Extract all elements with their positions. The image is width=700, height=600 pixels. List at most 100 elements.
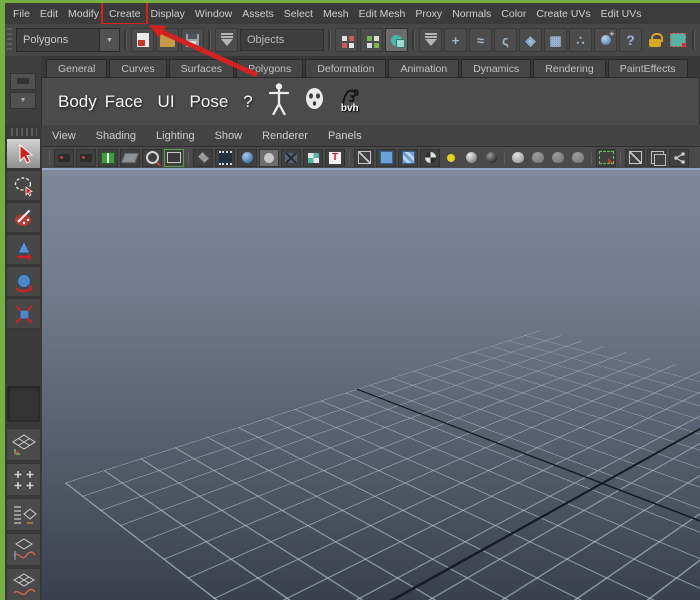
save-scene-button[interactable] (181, 28, 204, 52)
layout-persp-graph-button[interactable] (6, 533, 41, 566)
text-display-button[interactable]: T (325, 149, 345, 167)
isolate-select-button[interactable] (596, 149, 616, 167)
bookmarks-button[interactable] (98, 149, 118, 167)
shelf-tab-animation[interactable]: Animation (388, 59, 459, 77)
status-line-drag-handle[interactable] (7, 28, 12, 52)
film-strip-button[interactable] (215, 149, 235, 167)
group-separator[interactable] (690, 28, 697, 52)
shelf-tab-toggle-button[interactable] (10, 73, 36, 90)
ambient-occlusion-button[interactable] (529, 150, 547, 166)
menu-normals[interactable]: Normals (447, 8, 496, 20)
shelf-tab-dynamics[interactable]: Dynamics (461, 59, 531, 77)
chevron-down-icon[interactable]: ▼ (99, 29, 119, 51)
snap-particles-button[interactable]: ∴ (569, 28, 592, 52)
shelf-button-help[interactable]: ? (243, 92, 252, 112)
group-separator[interactable] (410, 28, 417, 52)
new-scene-button[interactable] (131, 28, 154, 52)
panel-menu-lighting[interactable]: Lighting (146, 130, 205, 142)
panel-menu-shading[interactable]: Shading (86, 130, 146, 142)
default-lighting-button[interactable] (462, 150, 480, 166)
share-nodes-button[interactable] (669, 149, 689, 167)
layout-four-pane-button[interactable] (6, 463, 41, 496)
highlight-selection-button[interactable] (667, 29, 688, 51)
multisample-button[interactable] (569, 150, 587, 166)
shelf-tab-general[interactable]: General (46, 59, 107, 77)
menu-assets[interactable]: Assets (237, 8, 279, 20)
shadows-button[interactable] (509, 150, 527, 166)
menu-color[interactable]: Color (496, 8, 531, 20)
motion-blur-button[interactable] (549, 150, 567, 166)
menu-display[interactable]: Display (145, 8, 189, 20)
rotate-tool-button[interactable] (6, 266, 41, 297)
snap-to-grid-button[interactable]: + (444, 28, 467, 52)
menu-edit-mesh[interactable]: Edit Mesh (354, 8, 411, 20)
group-separator[interactable] (326, 28, 333, 52)
camera-settings-button[interactable] (76, 149, 96, 167)
move-tool-button[interactable] (6, 234, 41, 265)
menu-create-uvs[interactable]: Create UVs (531, 8, 595, 20)
snap-to-curve-button[interactable]: ≈ (469, 28, 492, 52)
menu-create[interactable]: Create (104, 8, 146, 20)
lasso-tool-button[interactable] (6, 170, 41, 201)
zoom-region-button[interactable] (142, 149, 162, 167)
shelf-button-face[interactable]: Face (105, 92, 143, 112)
panel-menu-panels[interactable]: Panels (318, 130, 372, 142)
shelf-tab-polygons[interactable]: Polygons (236, 59, 303, 77)
last-tool-well[interactable] (7, 386, 40, 422)
textured-mode-button[interactable] (398, 149, 418, 167)
menu-window[interactable]: Window (190, 8, 237, 20)
snap-to-point-button[interactable]: ς (494, 28, 517, 52)
panel-menu-renderer[interactable]: Renderer (252, 130, 318, 142)
snap-to-plane-button[interactable]: ◈ (519, 28, 542, 52)
menu-edit[interactable]: Edit (35, 8, 63, 20)
shelf-tab-painteffects[interactable]: PaintEffects (608, 59, 688, 77)
smooth-shade-mode-button[interactable] (376, 149, 396, 167)
scale-tool-button[interactable] (6, 298, 41, 329)
perspective-viewport[interactable] (42, 168, 700, 600)
no-lights-button[interactable] (482, 150, 500, 166)
menu-set-dropdown[interactable]: Polygons ▼ (16, 28, 120, 52)
use-all-lights-button[interactable] (442, 150, 460, 166)
shelf-button-ui[interactable]: UI (158, 92, 175, 112)
select-component-button[interactable] (385, 28, 408, 52)
open-scene-button[interactable] (156, 28, 179, 52)
shelf-button-face-rig[interactable] (305, 87, 324, 116)
texture-view-button[interactable] (303, 149, 323, 167)
shelf-button-bvh-import[interactable]: bvh (339, 87, 361, 114)
select-hierarchy-button[interactable] (335, 28, 358, 52)
layout-hypergraph-persp-button[interactable] (6, 568, 41, 600)
selection-mask-button[interactable] (215, 28, 238, 52)
shelf-menu-button[interactable]: ▼ (10, 92, 36, 109)
paint-select-tool-button[interactable] (6, 202, 41, 233)
film-gate-button[interactable] (164, 149, 184, 167)
shelf-tab-curves[interactable]: Curves (109, 59, 166, 77)
wireframe-mode-button[interactable] (354, 149, 374, 167)
shelf-button-skeleton[interactable] (268, 82, 290, 121)
use-default-material-button[interactable] (420, 149, 440, 167)
toolbox-drag-handle[interactable] (11, 128, 37, 136)
shelf-tab-deformation[interactable]: Deformation (305, 59, 386, 77)
lock-button[interactable] (644, 29, 665, 51)
panel-menu-show[interactable]: Show (205, 130, 253, 142)
shelf-button-pose[interactable]: Pose (190, 92, 229, 112)
make-live-button[interactable]: ▦ (544, 28, 567, 52)
frame-selection-button[interactable] (647, 149, 667, 167)
shelf-tab-surfaces[interactable]: Surfaces (169, 59, 234, 77)
menu-proxy[interactable]: Proxy (410, 8, 447, 20)
image-plane-button[interactable] (120, 149, 140, 167)
menu-mesh[interactable]: Mesh (318, 8, 354, 20)
panel-menu-view[interactable]: View (42, 130, 86, 142)
construction-history-help-button[interactable]: ? (619, 28, 642, 52)
menu-file[interactable]: File (8, 8, 35, 20)
grid-toggle-button[interactable] (193, 149, 213, 167)
objects-filter-field[interactable]: Objects (240, 29, 324, 51)
layout-single-pane-button[interactable] (6, 428, 41, 461)
shaded-display-button[interactable] (237, 149, 257, 167)
camera-attributes-button[interactable] (54, 149, 74, 167)
menu-select[interactable]: Select (279, 8, 318, 20)
flat-shade-button[interactable] (259, 149, 279, 167)
group-separator[interactable] (122, 28, 129, 52)
shelf-button-body[interactable]: Body (58, 92, 97, 112)
select-object-button[interactable] (360, 28, 383, 52)
menu-modify[interactable]: Modify (63, 8, 104, 20)
